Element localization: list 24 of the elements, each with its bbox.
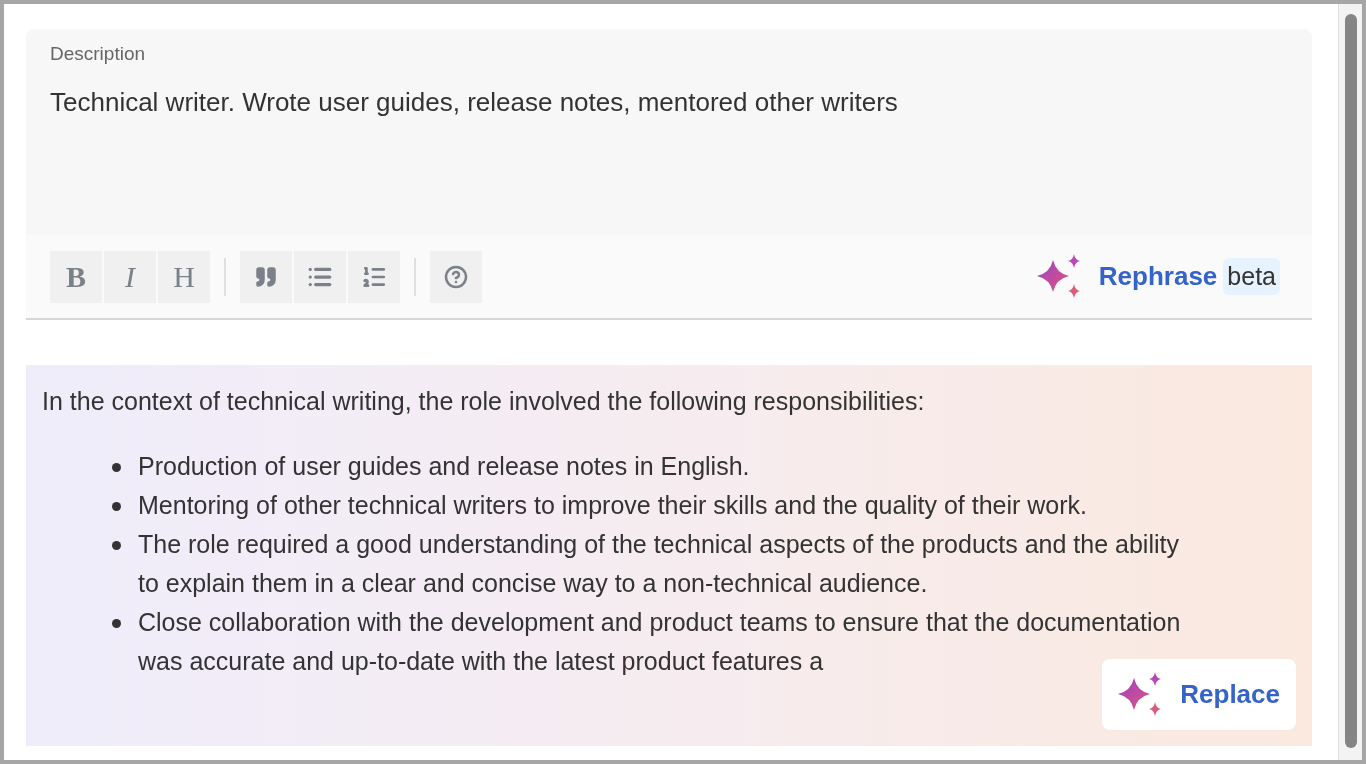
- description-field[interactable]: Description Technical writer. Wrote user guides, release notes, mentored other writers B I H Rephrase beta: [26, 29, 1312, 320]
- field-label: Description: [50, 42, 147, 66]
- quote-button[interactable]: [240, 250, 292, 303]
- description-text: Technical writer. Wrote user guides, release notes, mentored other writers: [50, 85, 899, 119]
- scrollbar[interactable]: [1338, 4, 1362, 760]
- suggestion-item: Mentoring of other technical writers to improve their skills and the quality of their work.: [138, 489, 1088, 521]
- numbered-list-button[interactable]: [348, 250, 400, 303]
- help-icon: [444, 264, 468, 289]
- heading-button[interactable]: H: [158, 250, 210, 303]
- bullet-icon: [112, 618, 121, 628]
- italic-button[interactable]: I: [104, 250, 156, 303]
- suggestion-item: Production of user guides and release notes in English.: [138, 450, 750, 482]
- bullet-icon: [112, 462, 121, 472]
- beta-badge: beta: [1223, 257, 1280, 296]
- bullet-list-button[interactable]: [294, 250, 346, 303]
- rephrase-button[interactable]: Rephrase beta: [1036, 253, 1280, 300]
- bold-button[interactable]: B: [50, 250, 102, 303]
- help-button[interactable]: [430, 250, 482, 303]
- bullet-icon: [112, 540, 121, 550]
- quote-icon: [254, 264, 278, 289]
- suggestion-intro: In the context of technical writing, the role involved the following responsibilities:: [42, 386, 926, 417]
- bullet-icon: [112, 501, 121, 511]
- replace-button[interactable]: Replace: [1102, 659, 1296, 730]
- suggestion-item: The role required a good understanding of the technical aspects of the products and the ability to explain them in a clear and concise way to a non-technical audience.: [138, 528, 1180, 599]
